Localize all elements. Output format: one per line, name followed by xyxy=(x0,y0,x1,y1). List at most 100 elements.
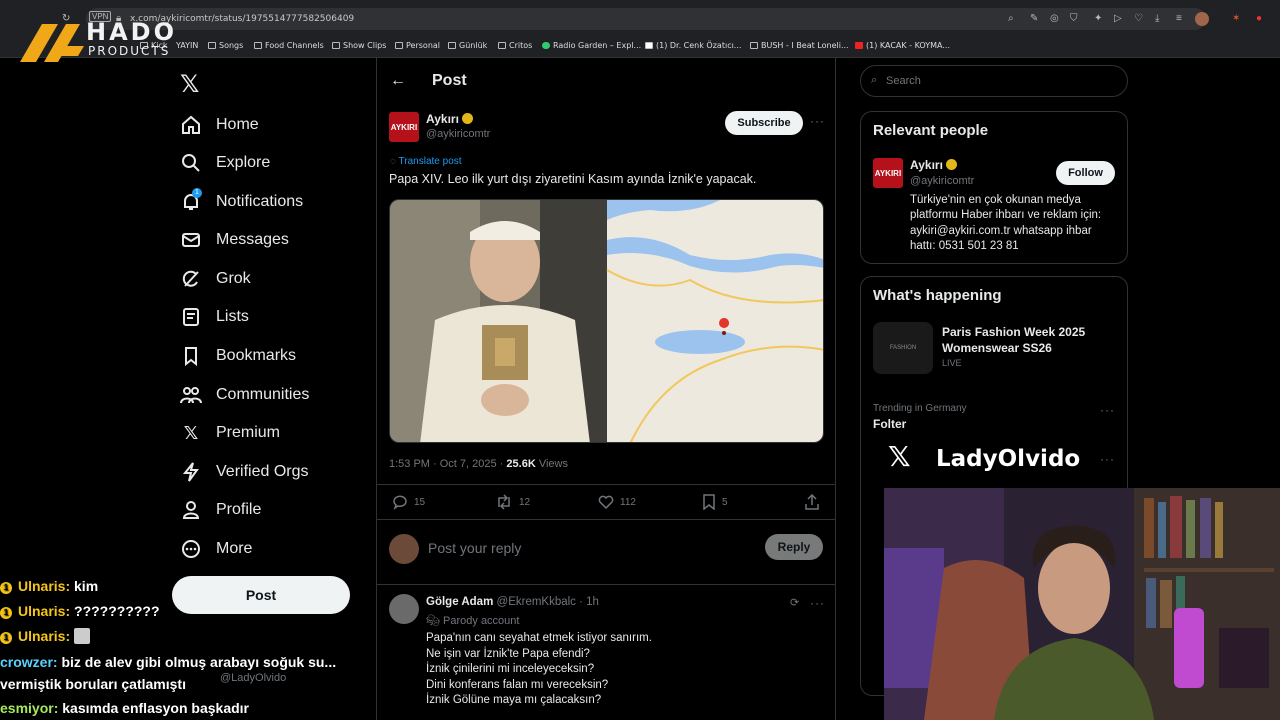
nav-lists[interactable]: Lists xyxy=(180,302,249,332)
heart-icon[interactable]: ♡ xyxy=(1134,13,1143,24)
reply-text-line: İznik Gölüne maya mı çalacaksın? xyxy=(426,694,602,706)
nav-verified-orgs[interactable]: Verified Orgs xyxy=(180,457,308,487)
more-options-icon[interactable]: ··· xyxy=(810,596,825,610)
nav-label: Communities xyxy=(216,386,310,403)
rewards-icon[interactable]: ● xyxy=(1256,13,1262,24)
panel-title: Relevant people xyxy=(873,122,989,139)
mail-icon xyxy=(180,229,202,251)
bookmark-item[interactable]: BUSH - I Beat Loneli... xyxy=(750,41,849,50)
compose-post-button[interactable]: Post xyxy=(172,576,350,614)
nav-home[interactable]: Home xyxy=(180,110,259,140)
zoom-icon[interactable]: ⌕ xyxy=(1008,13,1014,24)
page-title: Post xyxy=(432,72,467,89)
reply-text-line: İznik çinilerini mi inceleyeceksin? xyxy=(426,663,595,675)
nav-messages[interactable]: Messages xyxy=(180,225,289,255)
webcam-image xyxy=(884,488,1280,720)
brave-icon[interactable]: ✶ xyxy=(1232,13,1240,24)
chat-message: 1 Ulnaris: ?????????? xyxy=(0,603,160,619)
nav-profile[interactable]: Profile xyxy=(180,495,261,525)
bookmark-item[interactable]: Show Clips xyxy=(332,41,386,50)
share-action[interactable] xyxy=(804,494,826,510)
chat-badge-icon: 1 xyxy=(0,607,12,619)
nav-premium[interactable]: 𝕏 Premium xyxy=(180,418,280,448)
person-icon xyxy=(180,499,202,521)
relevant-avatar[interactable]: AYKIRI xyxy=(873,158,903,188)
nav-label: Grok xyxy=(216,270,251,287)
reply-author-avatar[interactable] xyxy=(389,594,419,624)
bookmark-action[interactable]: 5 xyxy=(702,494,728,510)
bookmark-icon xyxy=(180,345,202,367)
x-logo-icon[interactable]: 𝕏 xyxy=(180,70,199,99)
menu-icon[interactable]: ≡ xyxy=(1176,13,1182,24)
back-arrow-icon[interactable]: ← xyxy=(390,72,406,90)
download-icon[interactable]: ⤓ xyxy=(1155,13,1159,24)
nav-bookmarks[interactable]: Bookmarks xyxy=(180,341,296,371)
bookmark-item[interactable]: Personal xyxy=(395,41,440,50)
bookmark-item[interactable]: Songs xyxy=(208,41,243,50)
chat-message: 1 Ulnaris: xyxy=(0,628,91,644)
my-avatar[interactable] xyxy=(389,534,419,564)
nav-label: Profile xyxy=(216,501,262,518)
chat-message: vermiştik boruları çatlamıştı xyxy=(0,676,186,692)
play-icon[interactable]: ▷ xyxy=(1114,13,1122,24)
browser-profile-avatar[interactable] xyxy=(1195,12,1209,26)
bio-line: platformu Haber ihbarı ve reklam için: xyxy=(910,209,1102,221)
camera-icon[interactable]: ◎ xyxy=(1050,13,1059,24)
bookmark-item[interactable]: Radio Garden – Expl... xyxy=(542,41,641,50)
profile-handle[interactable]: @LadyOlvido xyxy=(220,672,286,684)
more-options-icon[interactable]: ··· xyxy=(810,114,825,128)
logo-hado-text: HADO xyxy=(86,18,177,46)
tweet-media[interactable] xyxy=(389,199,824,443)
x-overlay-icon: 𝕏 xyxy=(888,441,911,472)
edit-icon[interactable]: ✎ xyxy=(1030,13,1038,24)
nav-label: More xyxy=(216,540,253,557)
reply-icon xyxy=(393,495,407,510)
bookmark-item[interactable]: Günlük xyxy=(448,41,487,50)
trend-title[interactable]: Paris Fashion Week 2025 xyxy=(942,325,1085,339)
nav-label: Explore xyxy=(216,154,271,171)
extension-icon[interactable]: ✦ xyxy=(1094,13,1102,24)
nav-label: Premium xyxy=(216,424,281,441)
translate-post-link[interactable]: ◌ Translate post xyxy=(390,156,462,167)
grok-icon[interactable]: ⟳ xyxy=(790,596,799,609)
shield-icon[interactable]: ⛉ xyxy=(1070,13,1078,24)
chat-message: esmiyor: kasımda enflasyon başkadır xyxy=(0,700,250,716)
home-icon xyxy=(180,114,202,136)
relevant-name[interactable]: Aykırı xyxy=(910,158,957,172)
nav-grok[interactable]: Grok xyxy=(180,264,251,294)
like-action[interactable]: 112 xyxy=(598,494,636,510)
trend-name[interactable]: Folter xyxy=(873,417,906,431)
bookmark-item[interactable]: (1) Dr. Cenk Özatıcı... xyxy=(645,41,741,50)
follow-button[interactable]: Follow xyxy=(1056,161,1115,185)
parody-label: 🎭︎ Parody account xyxy=(426,615,520,627)
share-icon xyxy=(805,494,819,510)
trend-context: Trending in Germany xyxy=(873,403,967,414)
trend-thumbnail[interactable]: FASHION xyxy=(873,322,933,374)
streamer-name: LadyOlvido xyxy=(936,446,1081,472)
verified-badge-icon xyxy=(945,159,957,170)
bookmark-item[interactable]: (1) KACAK - KOYMA... xyxy=(855,41,950,50)
chat-emote-icon xyxy=(74,628,91,644)
more-options-icon[interactable]: ··· xyxy=(1100,403,1115,417)
lightning-icon xyxy=(180,461,202,483)
relevant-handle[interactable]: @aykiricomtr xyxy=(910,175,974,187)
author-handle[interactable]: @aykiricomtr xyxy=(426,128,490,140)
webcam-feed xyxy=(884,488,1280,720)
nav-communities[interactable]: Communities xyxy=(180,380,309,410)
bookmark-item[interactable]: Food Channels xyxy=(254,41,324,50)
reply-action[interactable]: 15 xyxy=(392,494,425,510)
more-options-icon[interactable]: ··· xyxy=(1100,452,1115,466)
nav-more[interactable]: More xyxy=(180,534,252,564)
author-name[interactable]: Aykırı xyxy=(426,112,473,126)
reply-text-line: Ne işin var İznik'te Papa efendi? xyxy=(426,648,590,660)
nav-explore[interactable]: Explore xyxy=(180,148,270,178)
bookmark-item[interactable]: Critos xyxy=(498,41,532,50)
subscribe-button[interactable]: Subscribe xyxy=(725,111,803,135)
author-avatar[interactable]: AYKIRI xyxy=(389,112,419,142)
reply-button[interactable]: Reply xyxy=(765,534,823,560)
chat-badge-icon: 1 xyxy=(0,632,12,644)
reply-input[interactable]: Post your reply xyxy=(428,540,521,556)
repost-action[interactable]: 12 xyxy=(495,494,530,510)
trend-title[interactable]: Womenswear SS26 xyxy=(942,341,1052,355)
reply-author[interactable]: Gölge Adam @EkremKkbalc · 1h xyxy=(426,596,599,608)
